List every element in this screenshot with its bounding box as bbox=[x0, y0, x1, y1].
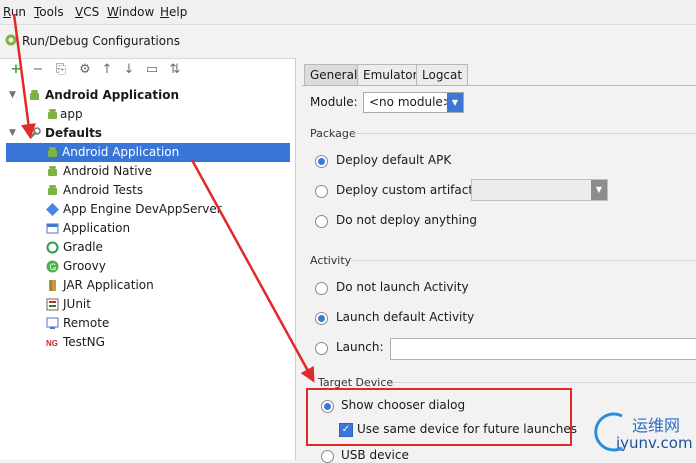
watermark-url: iyunv.com bbox=[616, 434, 693, 452]
watermark-brand: 运维网 bbox=[632, 416, 681, 435]
arrow-to-defaults bbox=[12, 13, 36, 139]
arrow-to-target-device bbox=[190, 159, 315, 383]
annotation-arrows bbox=[12, 13, 315, 383]
watermark: 运维网 iyunv.com bbox=[592, 410, 693, 456]
